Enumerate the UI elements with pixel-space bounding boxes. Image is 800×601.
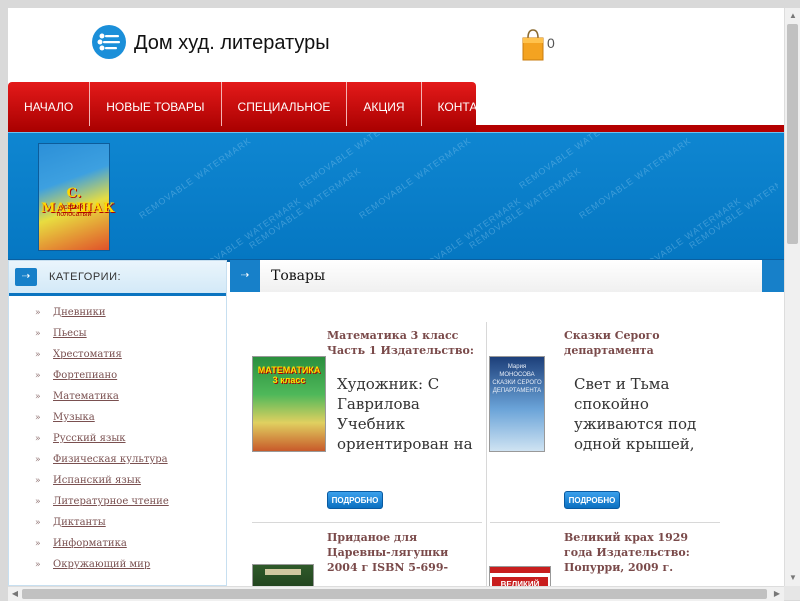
category-list: » Дневники » Пьесы » Хрестоматия » Фортепиан… [35,307,169,580]
product-title[interactable]: Математика 3 класс Часть 1 Издательство:… [327,328,479,358]
category-link[interactable]: Литературное чтение [53,496,169,507]
arrow-bullet-icon: ⇢ [15,268,37,286]
double-chevron-icon: » [35,455,41,465]
double-chevron-icon: » [35,371,41,381]
list-item: » Диктанты [35,517,169,538]
scrollbar-thumb[interactable] [787,24,798,244]
scrollbar-corner [784,586,800,600]
site-header: Дом худ. литературы 0 [8,8,784,82]
scroll-down-icon[interactable]: ▼ [785,570,800,586]
list-item: » Музыка [35,412,169,433]
list-item: » Пьесы [35,328,169,349]
list-item: » Окружающий мир [35,559,169,580]
list-item: » Физическая культура [35,454,169,475]
banner-book-subtitle: усатый - полосатый [56,204,92,218]
cover-stripe [490,567,550,573]
double-chevron-icon: » [35,413,41,423]
categories-sidebar: ⇢ КАТЕГОРИИ: » Дневники » Пьесы » Хрестомат… [8,260,227,586]
category-link[interactable]: Пьесы [53,328,87,339]
nav-item-new-products[interactable]: НОВЫЕ ТОВАРЫ [90,82,222,126]
category-link[interactable]: Фортепиано [53,370,117,381]
list-item: » Математика [35,391,169,412]
nav-item-contacts[interactable]: КОНТАКТЫ [422,82,519,126]
category-link[interactable]: Окружающий мир [53,559,150,570]
cover-text: МАТЕМАТИКА 3 класс [257,365,321,385]
arrow-bullet-icon: ⇢ [230,260,260,292]
product-description: Свет и Тьма спокойно уживаются под одной… [574,375,706,456]
products-section: ⇢ Товары Математика 3 класс Часть 1 Изда… [230,260,784,586]
category-link[interactable]: Русский язык [53,433,126,444]
double-chevron-icon: » [35,350,41,360]
list-item: » Русский язык [35,433,169,454]
double-chevron-icon: » [35,476,41,486]
nav-item-home[interactable]: НАЧАЛО [8,82,91,126]
banner-book-cover[interactable]: С. МАРШАК усатый - полосатый [38,143,115,251]
list-item: » Информатика [35,538,169,559]
watermark-pattern: REMOVABLE WATERMARK REMOVABLE WATERMARK … [137,133,778,259]
category-link[interactable]: Диктанты [53,517,106,528]
cover-text: ВЕЛИКИЙ [492,577,548,586]
cart-count: 0 [547,35,555,51]
double-chevron-icon: » [35,308,41,318]
cover-text: Мария МОНОСОВА СКАЗКИ СЕРОГО ДЕПАРТАМЕНТ… [492,364,542,394]
category-link[interactable]: Музыка [53,412,95,423]
list-item: » Дневники [35,307,169,328]
section-title: Товары [271,268,326,284]
grid-divider [490,522,720,523]
details-button[interactable]: ПОДРОБНО [564,491,620,509]
double-chevron-icon: » [35,497,41,507]
details-button[interactable]: ПОДРОБНО [327,491,383,509]
header-corner [762,260,784,292]
banner: REMOVABLE WATERMARK REMOVABLE WATERMARK … [8,132,784,262]
logo-icon[interactable] [92,25,126,59]
double-chevron-icon: » [35,518,41,528]
product-title[interactable]: Великий крах 1929 года Издательство: Поп… [564,530,720,575]
category-link[interactable]: Испанский язык [53,475,141,486]
list-item: » Фортепиано [35,370,169,391]
category-link[interactable]: Информатика [53,538,127,549]
list-item: » Хрестоматия [35,349,169,370]
browser-page: Дом худ. литературы 0 НАЧАЛО НОВЫЕ ТОВАР… [8,8,784,586]
scroll-right-icon[interactable]: ▶ [770,587,784,601]
shopping-bag-icon[interactable] [520,28,546,62]
product-description: Художник: С Гаврилова Учебник ориентиров… [337,375,473,456]
horizontal-scrollbar[interactable]: ◀ ▶ [8,586,784,601]
double-chevron-icon: » [35,560,41,570]
vertical-scrollbar[interactable]: ▲ ▼ [784,8,800,586]
double-chevron-icon: » [35,329,41,339]
scroll-left-icon[interactable]: ◀ [8,587,22,601]
category-link[interactable]: Дневники [53,307,106,318]
scrollbar-thumb[interactable] [22,589,767,599]
product-cover[interactable]: ВЕЛИКИЙ [489,566,551,586]
grid-divider [486,322,487,586]
double-chevron-icon: » [35,434,41,444]
category-link[interactable]: Математика [53,391,119,402]
nav-item-promo[interactable]: АКЦИЯ [347,82,422,126]
product-title[interactable]: Сказки Серого департамента Издательство:… [564,328,720,358]
double-chevron-icon: » [35,539,41,549]
main-navigation: НАЧАЛО НОВЫЕ ТОВАРЫ СПЕЦИАЛЬНОЕ АКЦИЯ КО… [8,82,784,132]
product-cover[interactable]: Мария МОНОСОВА СКАЗКИ СЕРОГО ДЕПАРТАМЕНТ… [489,356,545,452]
nav-item-specials[interactable]: СПЕЦИАЛЬНОЕ [222,82,348,126]
grid-divider [252,522,482,523]
product-cover[interactable]: МАТЕМАТИКА 3 класс [252,356,326,452]
category-link[interactable]: Физическая культура [53,454,168,465]
cover-label [265,569,301,575]
sidebar-header: ⇢ КАТЕГОРИИ: [9,261,226,296]
product-cover[interactable] [252,564,314,586]
category-link[interactable]: Хрестоматия [53,349,122,360]
double-chevron-icon: » [35,392,41,402]
products-header: ⇢ Товары [230,260,784,292]
scroll-up-icon[interactable]: ▲ [785,8,800,24]
site-title[interactable]: Дом худ. литературы [134,32,330,55]
list-item: » Испанский язык [35,475,169,496]
product-title[interactable]: Приданое для Царевны-лягушки 2004 г ISBN… [327,530,479,575]
list-item: » Литературное чтение [35,496,169,517]
sidebar-title: КАТЕГОРИИ: [49,271,122,283]
